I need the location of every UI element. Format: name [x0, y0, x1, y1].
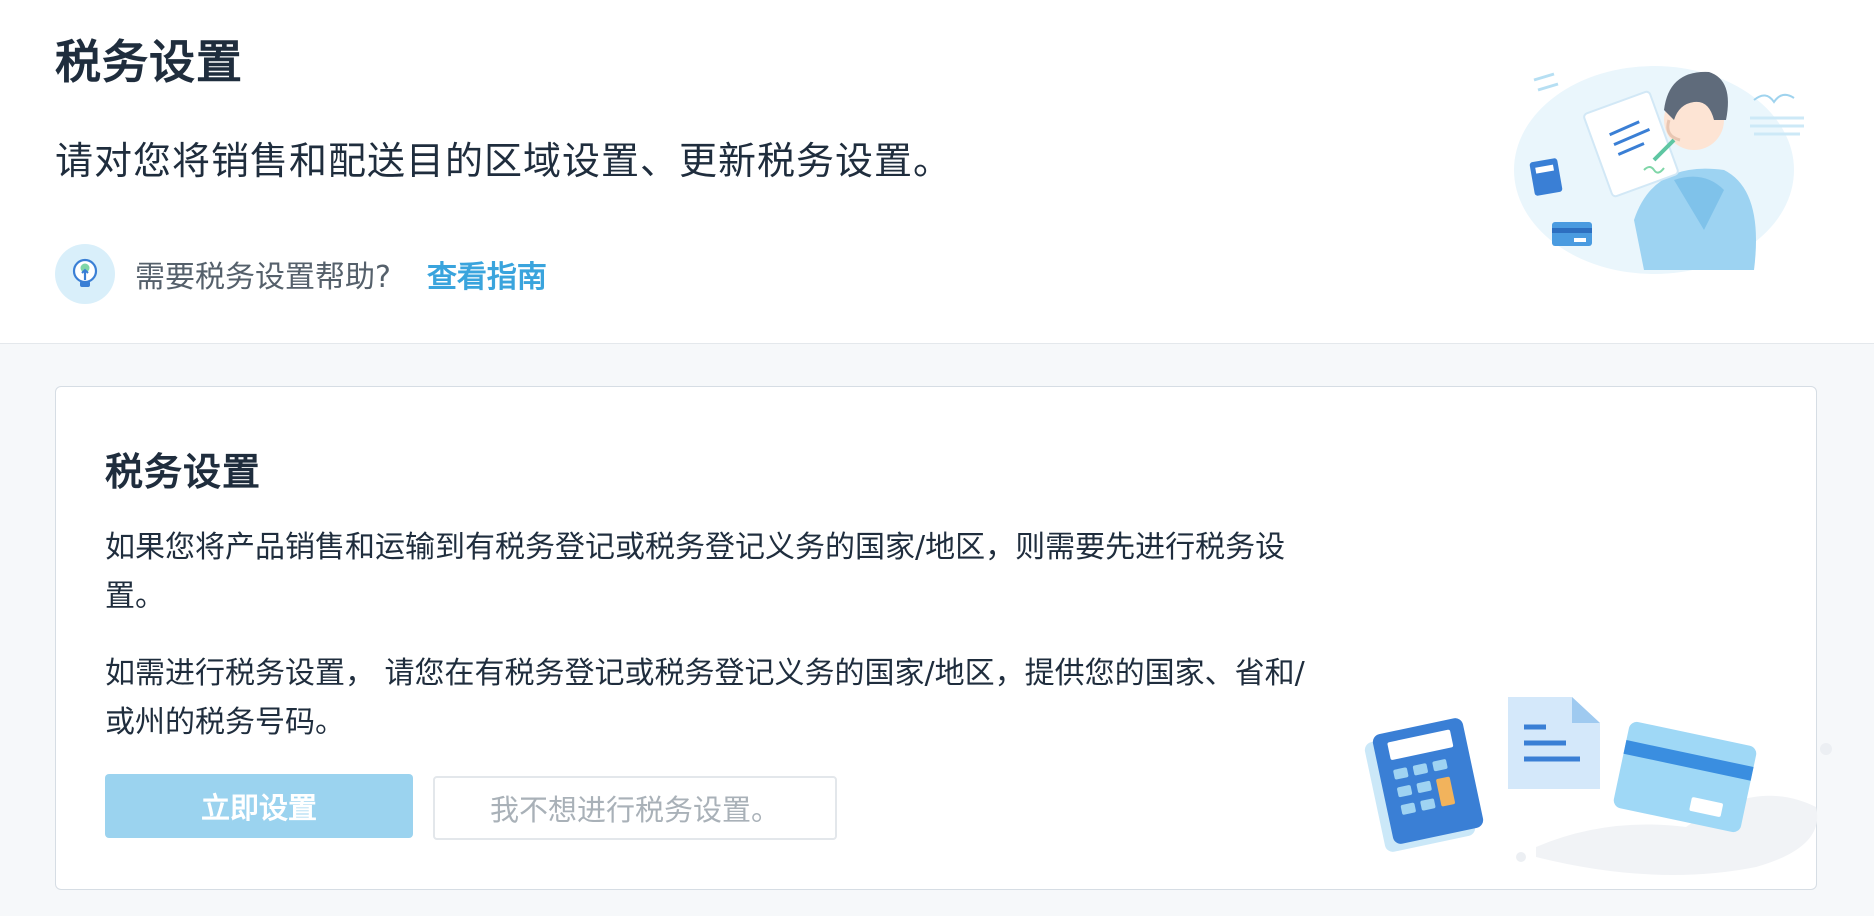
page-subtitle: 请对您将销售和配送目的区域设置、更新税务设置。: [55, 139, 953, 183]
person-signing-document-illustration: [1514, 66, 1804, 274]
tax-settings-card: 税务设置 如果您将产品销售和运输到有税务登记或税务登记义务的国家/地区，则需要先…: [55, 386, 1832, 890]
calculator-document-card-illustration: [1364, 697, 1832, 875]
card-description: 如果您将产品销售和运输到有税务登记或税务登记义务的国家/地区，则需要先进行税务设…: [105, 530, 1286, 614]
card-instructions: 如需进行税务设置， 请您在有税务登记或税务登记义务的国家/地区，提供您的国家、省…: [105, 656, 1305, 740]
page-header: 税务设置 请对您将销售和配送目的区域设置、更新税务设置。 需要税务设置帮助? 查…: [0, 0, 1874, 344]
page-title: 税务设置: [55, 35, 243, 89]
lightbulb-icon: [55, 244, 115, 304]
setup-now-button[interactable]: 立即设置: [105, 774, 413, 838]
card-title: 税务设置: [105, 450, 262, 494]
help-row: 需要税务设置帮助? 查看指南: [55, 244, 547, 304]
help-text: 需要税务设置帮助?: [135, 260, 391, 295]
view-guide-link[interactable]: 查看指南: [427, 252, 547, 296]
decline-tax-setup-button[interactable]: 我不想进行税务设置。: [433, 776, 837, 840]
